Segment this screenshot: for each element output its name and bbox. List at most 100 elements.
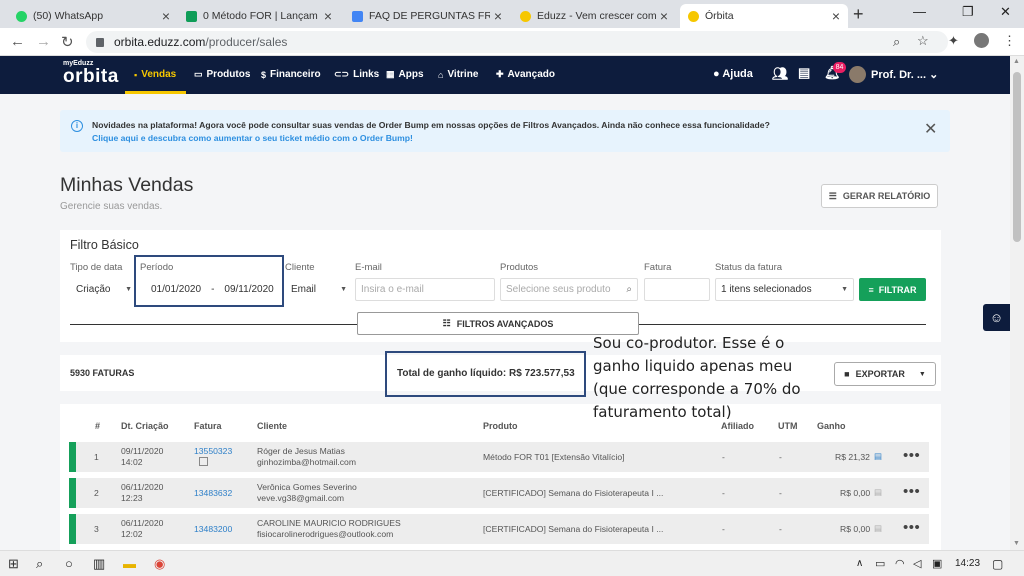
scrollbar[interactable]: ▲ ▼	[1010, 56, 1024, 550]
product-name: [CERTIFICADO] Semana do Fisioterapeuta I…	[483, 524, 664, 534]
chrome-icon[interactable]: ◉	[154, 556, 165, 572]
tab-eduzz[interactable]: Eduzz - Vem crescer com a ×	[512, 4, 676, 28]
invoice-link[interactable]: 13483632	[194, 488, 232, 499]
search-icon[interactable]: ⌕	[36, 556, 43, 572]
products-input[interactable]: Selecione seus produto ⌕	[500, 278, 638, 301]
forward-icon[interactable]: →	[36, 33, 51, 50]
scroll-up-icon[interactable]: ▲	[1013, 58, 1020, 65]
windows-start-icon[interactable]: ⊞	[8, 556, 19, 572]
gain-value: R$ 0,00	[840, 524, 871, 534]
client-select[interactable]: Email ▼	[285, 278, 353, 301]
system-clock[interactable]: 14:23	[955, 558, 980, 569]
close-icon[interactable]: ×	[494, 8, 502, 24]
tab-whatsapp[interactable]: (50) WhatsApp ×	[8, 4, 178, 28]
email-input[interactable]: Insira o e-mail	[355, 278, 495, 301]
scrollbar-thumb[interactable]	[1013, 72, 1021, 242]
chevron-down-icon: ⌄	[929, 69, 939, 81]
tab-orbita[interactable]: Órbita ×	[680, 4, 848, 28]
column-header[interactable]: Cliente	[257, 421, 287, 431]
card-icon: ▤	[874, 451, 883, 461]
button-label: GERAR RELATÓRIO	[842, 191, 931, 201]
notice-link[interactable]: Clique aqui e descubra como aumentar o s…	[92, 133, 413, 143]
invoice-input[interactable]	[644, 278, 710, 301]
table-row[interactable]: 1 09/11/2020 14:02 13550323 Róger de Jes…	[69, 442, 929, 472]
filter-button[interactable]: ≡ FILTRAR	[859, 278, 926, 301]
receipt-icon[interactable]	[199, 457, 208, 466]
generate-report-button[interactable]: ☰ GERAR RELATÓRIO	[821, 184, 938, 208]
more-options-icon[interactable]: •••	[903, 447, 920, 464]
file-explorer-icon[interactable]: ▬	[123, 556, 136, 571]
reload-icon[interactable]: ↻	[61, 33, 74, 51]
table-row[interactable]: 3 06/11/2020 12:02 13483200 CAROLINE MAU…	[69, 514, 929, 544]
select-value: Criação	[76, 284, 111, 295]
sales-table: # Dt. Criação Fatura Cliente Produto Afi…	[60, 404, 941, 550]
nav-vitrine[interactable]: ⌂ Vitrine	[438, 69, 478, 80]
back-icon[interactable]: ←	[10, 33, 25, 50]
table-row[interactable]: 2 06/11/2020 12:23 13483632 Verônica Gom…	[69, 478, 929, 508]
url-field[interactable]: orbita.eduzz.com/producer/sales	[86, 31, 948, 53]
battery-icon[interactable]: ▭	[875, 557, 885, 570]
nav-apps[interactable]: ▦ Apps	[386, 69, 424, 80]
divider	[70, 324, 357, 325]
tab-metodo-for[interactable]: 0 Método FOR | Lançam ×	[178, 4, 340, 28]
card-icon: ▤	[874, 523, 883, 533]
export-button[interactable]: ■ EXPORTAR ▼	[834, 362, 936, 386]
user-menu[interactable]: Prof. Dr. ... ⌄	[871, 68, 938, 81]
nav-links[interactable]: ⊂⊃ Links	[334, 69, 379, 80]
profile-avatar[interactable]	[974, 33, 989, 48]
column-header: #	[95, 421, 101, 431]
nav-vendas[interactable]: ▪ Vendas	[134, 69, 176, 80]
product-name: Método FOR T01 [Extensão Vitalício]	[483, 452, 625, 462]
help-link[interactable]: ● Ajuda	[713, 68, 753, 80]
task-view-icon[interactable]: ▥	[93, 556, 105, 572]
page-title: Minhas Vendas	[60, 174, 194, 196]
nav-avancado[interactable]: ✚ Avançado	[496, 69, 555, 80]
close-icon[interactable]: ×	[324, 8, 332, 24]
close-window-icon[interactable]: ✕	[1000, 4, 1011, 20]
status-select[interactable]: 1 itens selecionados ▼	[715, 278, 854, 301]
restore-icon[interactable]: ❐	[962, 4, 974, 20]
affiliate: -	[722, 524, 725, 534]
tab-title: FAQ DE PERGUNTAS FREQU	[369, 10, 490, 22]
extensions-icon[interactable]: ✦	[948, 33, 959, 49]
date-type-select[interactable]: Criação ▼	[70, 278, 138, 301]
star-icon[interactable]: ☆	[917, 33, 929, 49]
nav-produtos[interactable]: ▭ Produtos	[194, 69, 250, 80]
invoice-link[interactable]: 13550323	[194, 446, 232, 457]
notification-center-icon[interactable]: ▢	[992, 557, 1003, 571]
keyboard-icon[interactable]: ▣	[932, 557, 942, 570]
chat-icon[interactable]: ▤	[798, 65, 810, 81]
close-icon[interactable]: ×	[660, 8, 668, 24]
nav-financeiro[interactable]: $ Financeiro	[261, 69, 321, 80]
close-icon[interactable]: ×	[162, 8, 170, 24]
logo[interactable]: myEduzz orbita	[63, 60, 119, 86]
row-number: 1	[94, 452, 99, 462]
chat-widget-button[interactable]: ☺	[983, 304, 1010, 331]
column-header[interactable]: Produto	[483, 421, 518, 431]
more-options-icon[interactable]: •••	[903, 519, 920, 536]
help-icon: ●	[713, 68, 720, 80]
column-header[interactable]: Dt. Criação	[121, 421, 169, 431]
column-header[interactable]: Fatura	[194, 421, 222, 431]
invoice-link[interactable]: 13483200	[194, 524, 232, 535]
tab-title: Eduzz - Vem crescer com a	[537, 10, 656, 22]
minimize-icon[interactable]: —	[913, 4, 926, 19]
zoom-icon[interactable]: ⌕	[893, 34, 900, 50]
cortana-icon[interactable]: ○	[65, 556, 73, 571]
row-date: 09/11/2020	[121, 446, 164, 456]
new-tab-button[interactable]: +	[853, 4, 864, 25]
user-avatar[interactable]	[849, 66, 866, 83]
wifi-icon[interactable]: ◠	[895, 557, 905, 570]
scroll-down-icon[interactable]: ▼	[1013, 540, 1020, 547]
menu-icon[interactable]: ⋮	[1003, 33, 1016, 49]
client-email: veve.vg38@gmail.com	[257, 493, 345, 503]
eduzz-icon	[520, 10, 531, 22]
close-icon[interactable]: ×	[832, 8, 840, 24]
more-options-icon[interactable]: •••	[903, 483, 920, 500]
tray-chevron-icon[interactable]: ∧	[856, 558, 863, 569]
tab-faq[interactable]: FAQ DE PERGUNTAS FREQU ×	[344, 4, 510, 28]
volume-icon[interactable]: ◁	[913, 557, 921, 570]
users-icon[interactable]: 👥︎	[772, 66, 789, 82]
close-icon[interactable]: ✕	[924, 119, 937, 139]
nav-label: Financeiro	[270, 69, 321, 80]
